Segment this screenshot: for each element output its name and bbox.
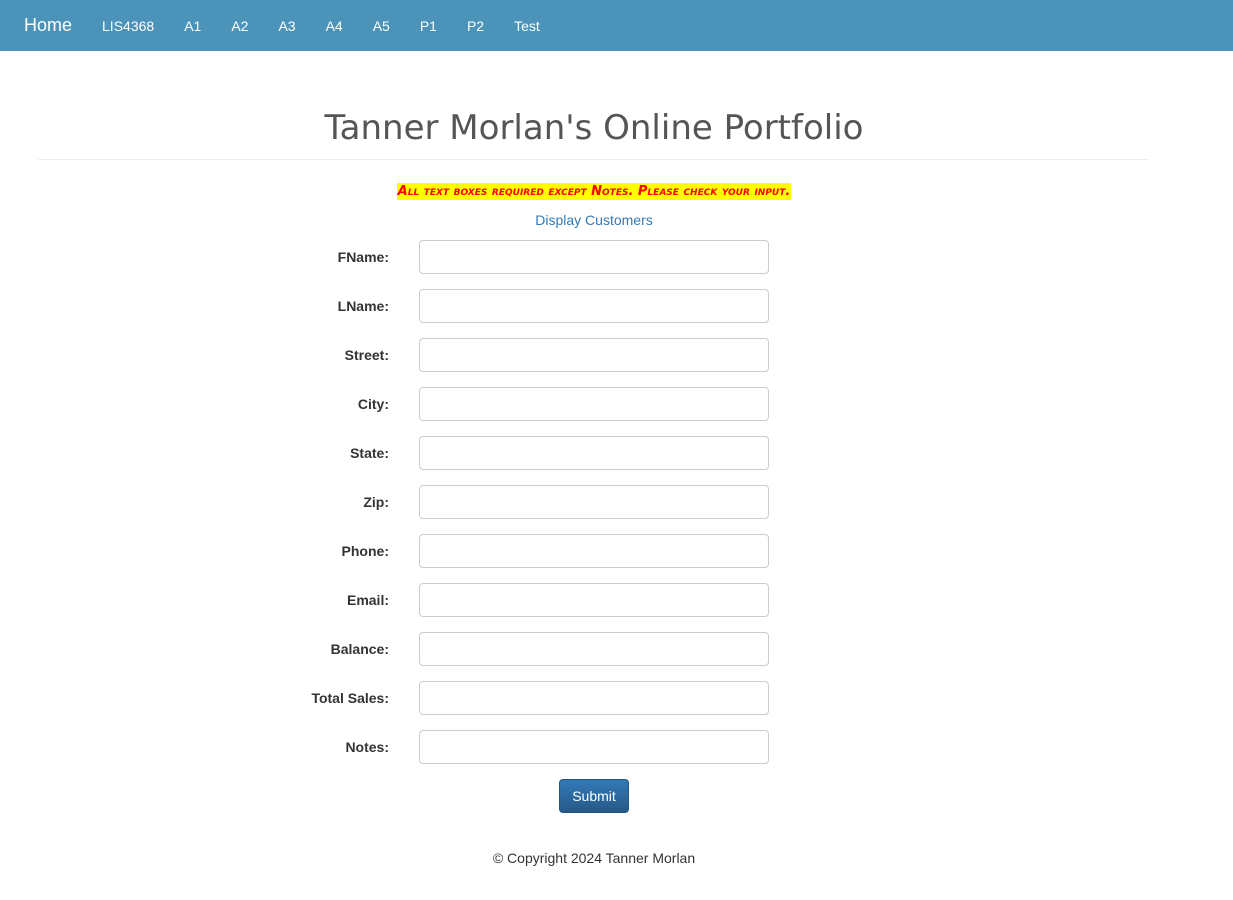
nav-link-a4[interactable]: A4 [326,18,343,34]
form-row-total-sales: Total Sales: [0,681,1233,715]
nav-link-a5[interactable]: A5 [373,18,390,34]
balance-input[interactable] [419,632,769,666]
nav-link-test[interactable]: Test [514,18,540,34]
page-title: Tanner Morlan's Online Portfolio [324,108,864,148]
validation-warning: All text boxes required except Notes. Pl… [0,182,1188,200]
title-divider [38,159,1149,160]
street-input[interactable] [419,338,769,372]
nav-link-a2[interactable]: A2 [231,18,248,34]
form-row-city: City: [0,387,1233,421]
balance-label: Balance: [330,641,389,657]
nav-home-link[interactable]: Home [24,15,72,36]
state-input[interactable] [419,436,769,470]
email-label: Email: [346,592,389,608]
zip-label: Zip: [363,494,389,510]
form-row-fname: FName: [0,240,1233,274]
display-customers-link[interactable]: Display Customers [0,212,1188,228]
email-input[interactable] [419,583,769,617]
form-row-lname: LName: [0,289,1233,323]
nav-link-p1[interactable]: P1 [420,18,437,34]
total-sales-label: Total Sales: [311,690,389,706]
submit-button[interactable]: Submit [559,779,629,813]
city-label: City: [357,396,389,412]
state-label: State: [350,445,389,461]
street-label: Street: [344,347,389,363]
phone-input[interactable] [419,534,769,568]
phone-label: Phone: [341,543,389,559]
notes-input[interactable] [419,730,769,764]
footer-copyright: © Copyright 2024 Tanner Morlan [492,850,696,866]
zip-input[interactable] [419,485,769,519]
form-row-phone: Phone: [0,534,1233,568]
form-row-notes: Notes: [0,730,1233,764]
form-row-state: State: [0,436,1233,470]
form-row-zip: Zip: [0,485,1233,519]
top-navbar: Home LIS4368 A1 A2 A3 A4 A5 P1 P2 Test [0,0,1233,51]
nav-link-lis4368[interactable]: LIS4368 [102,18,154,34]
total-sales-input[interactable] [419,681,769,715]
lname-label: LName: [337,298,389,314]
fname-input[interactable] [419,240,769,274]
form-row-balance: Balance: [0,632,1233,666]
form-row-street: Street: [0,338,1233,372]
nav-link-a3[interactable]: A3 [278,18,295,34]
form-row-email: Email: [0,583,1233,617]
nav-link-a1[interactable]: A1 [184,18,201,34]
notes-label: Notes: [345,739,389,755]
city-input[interactable] [419,387,769,421]
validation-warning-text: All text boxes required except Notes. Pl… [396,183,792,200]
lname-input[interactable] [419,289,769,323]
nav-link-p2[interactable]: P2 [467,18,484,34]
fname-label: FName: [337,249,389,265]
